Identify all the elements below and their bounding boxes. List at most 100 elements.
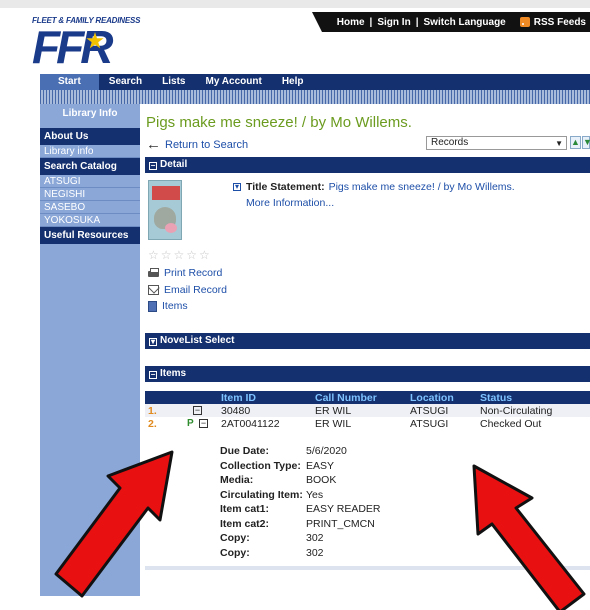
detail-value: BOOK bbox=[306, 474, 337, 487]
header-location[interactable]: Location bbox=[410, 391, 480, 404]
ffr-logo[interactable]: FLEET & FAMILY READINESS FFR bbox=[32, 16, 142, 76]
print-record-action[interactable]: Print Record bbox=[148, 267, 222, 279]
back-arrow-icon: ← bbox=[146, 136, 161, 153]
call-number-cell: ER WIL bbox=[315, 417, 352, 430]
print-record-label: Print Record bbox=[164, 267, 223, 279]
header-item-id[interactable]: Item ID bbox=[221, 391, 315, 404]
detail-row: Collection Type: EASY bbox=[220, 459, 381, 474]
row-controls: − bbox=[187, 404, 221, 417]
detail-label: Media: bbox=[220, 474, 254, 487]
previous-record-button[interactable]: ▲ bbox=[570, 136, 581, 149]
nav-my-account[interactable]: My Account bbox=[196, 74, 272, 90]
records-select[interactable]: Records ▼ bbox=[426, 136, 567, 150]
detail-section-header[interactable]: − Detail bbox=[145, 157, 590, 173]
email-record-label: Email Record bbox=[164, 284, 228, 296]
table-row[interactable]: 1. − 30480 ER WIL ATSUGI Non-Circulating bbox=[145, 404, 590, 417]
title-statement-label: Title Statement: bbox=[246, 181, 325, 193]
collapse-icon[interactable]: − bbox=[199, 419, 208, 429]
location-cell: ATSUGI bbox=[410, 417, 449, 430]
detail-row: Due Date: 5/6/2020 bbox=[220, 444, 381, 459]
detail-label: Copy: bbox=[220, 532, 250, 545]
items-section-header[interactable]: − Items bbox=[145, 366, 590, 382]
cover-pig bbox=[165, 223, 177, 233]
sidebar-title: Library Info bbox=[62, 108, 118, 119]
top-links-diagonal bbox=[312, 12, 322, 32]
header-spacer bbox=[187, 391, 221, 404]
hold-request-icon[interactable]: P bbox=[187, 418, 197, 429]
detail-row: Media: BOOK bbox=[220, 473, 381, 488]
sidebar-section-about-us: About Us bbox=[40, 128, 140, 145]
arrow-down-icon: ▼ bbox=[583, 137, 590, 147]
detail-row: Circulating Item: Yes bbox=[220, 488, 381, 503]
title-statement-value: Pigs make me sneeze! / by Mo Willems. bbox=[328, 181, 515, 193]
location-cell: ATSUGI bbox=[410, 404, 449, 417]
cover-title-block bbox=[152, 186, 180, 200]
nav-lists[interactable]: Lists bbox=[152, 74, 195, 90]
rss-feeds-link[interactable]: RSS Feeds bbox=[534, 17, 586, 28]
table-row[interactable]: 2. P − 2AT0041122 ER WIL ATSUGI Checked O… bbox=[145, 417, 590, 430]
chevron-down-icon: ▼ bbox=[555, 139, 563, 148]
book-cover-image[interactable] bbox=[148, 180, 182, 240]
top-links-bar: Home | Sign In | Switch Language RSS Fee… bbox=[312, 12, 590, 32]
home-link[interactable]: Home bbox=[337, 17, 365, 28]
status-cell: Non-Circulating bbox=[480, 404, 553, 417]
header-call-number[interactable]: Call Number bbox=[315, 391, 410, 404]
separator: | bbox=[369, 16, 373, 28]
detail-value: EASY bbox=[306, 459, 335, 472]
printer-icon bbox=[148, 268, 159, 277]
expand-toggle-icon: ▾ bbox=[149, 337, 157, 346]
item-id-cell: 2AT0041122 bbox=[221, 417, 280, 430]
next-record-button[interactable]: ▼ bbox=[582, 136, 590, 149]
record-main: Pigs make me sneeze! / by Mo Willems. ← … bbox=[140, 104, 590, 596]
detail-row: Copy: 302 bbox=[220, 546, 381, 561]
nav-start[interactable]: Start bbox=[40, 74, 99, 90]
header-status[interactable]: Status bbox=[480, 391, 590, 404]
sidebar-item-library-info[interactable]: Library info bbox=[40, 145, 140, 158]
logo-letters: FFR bbox=[32, 21, 113, 73]
sidebar-item-atsugi[interactable]: ATSUGI bbox=[40, 175, 140, 188]
nav-search[interactable]: Search bbox=[99, 74, 152, 90]
return-to-search-link[interactable]: ← Return to Search bbox=[146, 136, 248, 153]
detail-value: 302 bbox=[306, 532, 324, 545]
detail-label: Circulating Item: bbox=[220, 488, 303, 501]
collapse-toggle-icon: − bbox=[149, 161, 157, 170]
row-controls: P − bbox=[187, 417, 221, 430]
email-record-action[interactable]: Email Record bbox=[148, 284, 227, 296]
items-icon bbox=[148, 300, 157, 312]
detail-label: Collection Type: bbox=[220, 459, 301, 472]
novelist-section-label: NoveList Select bbox=[160, 335, 235, 346]
header-spacer bbox=[145, 391, 187, 404]
nav-help[interactable]: Help bbox=[272, 74, 314, 90]
records-select-value: Records bbox=[431, 137, 469, 148]
collapse-icon[interactable]: − bbox=[193, 406, 202, 416]
sidebar-item-yokosuka[interactable]: YOKOSUKA bbox=[40, 214, 140, 227]
novelist-section-header[interactable]: ▾ NoveList Select bbox=[145, 333, 590, 349]
detail-label: Item cat1: bbox=[220, 503, 270, 516]
items-link-label: Items bbox=[162, 300, 188, 312]
sidebar-item-negishi[interactable]: NEGISHI bbox=[40, 188, 140, 201]
items-action[interactable]: Items bbox=[148, 300, 188, 312]
detail-value: Yes bbox=[306, 488, 324, 501]
page-title: Pigs make me sneeze! / by Mo Willems. bbox=[146, 114, 412, 131]
items-table-header-row: Item ID Call Number Location Status bbox=[145, 391, 590, 404]
detail-label: Due Date: bbox=[220, 445, 270, 458]
detail-value: PRINT_CMCN bbox=[306, 517, 375, 530]
sign-in-link[interactable]: Sign In bbox=[377, 17, 410, 28]
expand-toggle-icon[interactable]: ▾ bbox=[233, 183, 241, 191]
decorative-stripes bbox=[40, 90, 590, 104]
section-bottom-rule bbox=[145, 566, 590, 570]
switch-language-link[interactable]: Switch Language bbox=[424, 17, 506, 28]
items-section-label: Items bbox=[160, 368, 187, 379]
item-id-cell: 30480 bbox=[221, 404, 251, 417]
rss-icon[interactable] bbox=[519, 17, 530, 27]
sidebar-section-useful-resources[interactable]: Useful Resources bbox=[40, 227, 140, 244]
title-statement-row: ▾ Title Statement: Pigs make me sneeze! … bbox=[233, 181, 515, 193]
arrow-up-icon: ▲ bbox=[571, 137, 580, 147]
return-to-search-label: Return to Search bbox=[165, 138, 249, 151]
collapse-toggle-icon: − bbox=[149, 370, 157, 379]
more-information-link[interactable]: More Information... bbox=[246, 197, 334, 209]
rating-stars[interactable]: ☆☆☆☆☆ bbox=[148, 248, 212, 262]
detail-row: Item cat2: PRINT_CMCN bbox=[220, 517, 381, 532]
sidebar-section-search-catalog: Search Catalog bbox=[40, 158, 140, 175]
sidebar-item-sasebo[interactable]: SASEBO bbox=[40, 201, 140, 214]
